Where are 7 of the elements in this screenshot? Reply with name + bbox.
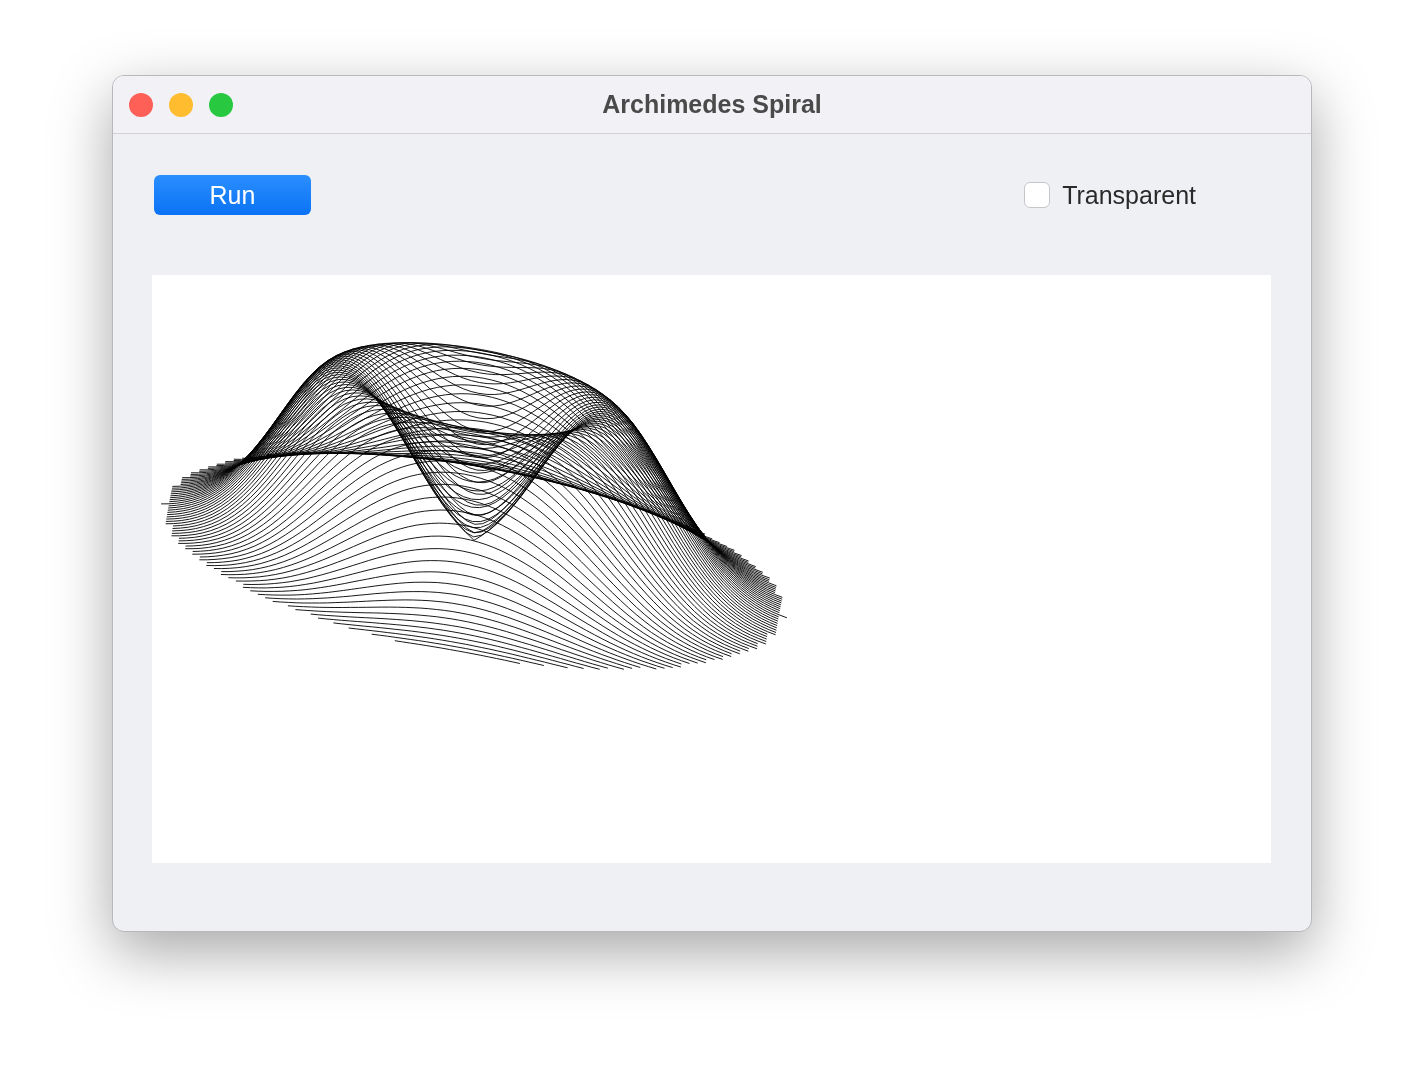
zoom-button[interactable] <box>209 92 233 117</box>
checkbox-label[interactable]: Transparent <box>1062 180 1196 210</box>
run-button[interactable]: Run <box>154 175 311 215</box>
close-button[interactable] <box>129 92 153 117</box>
minimize-button[interactable] <box>169 92 193 117</box>
transparent-checkbox[interactable] <box>1024 182 1051 208</box>
window-title: Archimedes Spiral <box>602 90 822 118</box>
